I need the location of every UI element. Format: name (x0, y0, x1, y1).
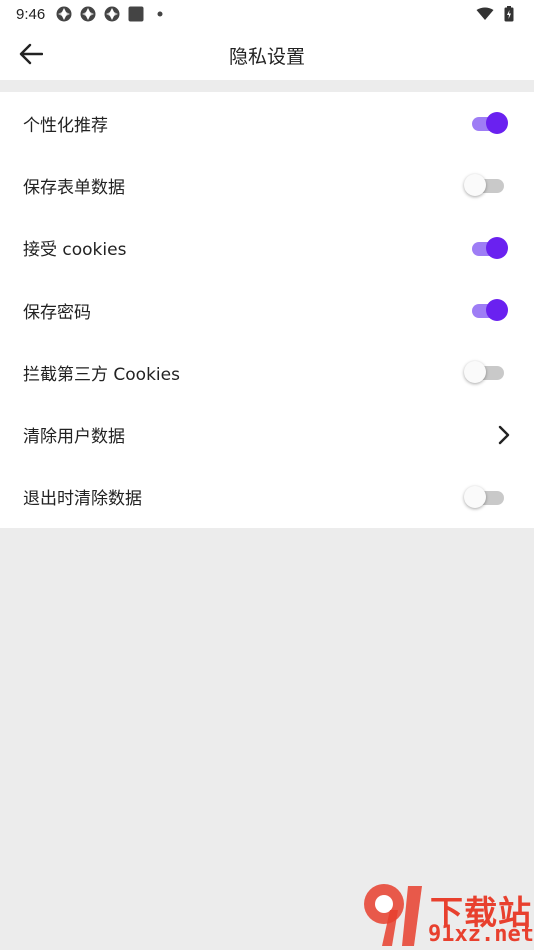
battery-icon (500, 5, 518, 23)
app-notification-icon (55, 5, 73, 23)
page-title: 隐私设置 (228, 46, 305, 68)
setting-label: 拦截第三方 Cookies (23, 364, 180, 385)
watermark-url: 91xz.net (428, 922, 534, 947)
system-icons (476, 5, 518, 23)
setting-label: 保存密码 (23, 302, 91, 323)
setting-label: 退出时清除数据 (23, 489, 142, 510)
setting-personalized-recommendation[interactable]: 个性化推荐 (0, 92, 534, 154)
wifi-icon (476, 5, 494, 23)
setting-accept-cookies[interactable]: 接受 cookies (0, 217, 534, 279)
square-notification-icon (127, 5, 145, 23)
chevron-right-icon (496, 424, 512, 446)
setting-label: 接受 cookies (23, 240, 127, 261)
accept-cookies-toggle[interactable] (470, 236, 508, 260)
app-notification-icon (79, 5, 97, 23)
status-bar: 9:46 (0, 0, 534, 28)
setting-save-password[interactable]: 保存密码 (0, 279, 534, 341)
save-password-toggle[interactable] (470, 298, 508, 322)
dot-icon (151, 5, 169, 23)
save-form-data-toggle[interactable] (464, 173, 508, 197)
site-watermark: 下载站 91xz.net (362, 880, 534, 948)
setting-block-third-party-cookies[interactable]: 拦截第三方 Cookies (0, 341, 534, 403)
block-third-party-cookies-toggle[interactable] (464, 360, 508, 384)
setting-clear-user-data[interactable]: 清除用户数据 (0, 403, 534, 465)
status-time: 9:46 (16, 5, 46, 23)
setting-clear-data-on-exit[interactable]: 退出时清除数据 (0, 466, 534, 528)
clear-data-on-exit-toggle[interactable] (464, 485, 508, 509)
setting-label: 清除用户数据 (23, 427, 125, 448)
setting-label: 个性化推荐 (23, 115, 108, 136)
setting-label: 保存表单数据 (23, 177, 125, 198)
personalized-recommendation-toggle[interactable] (470, 111, 508, 135)
setting-save-form-data[interactable]: 保存表单数据 (0, 154, 534, 216)
app-bar: 隐私设置 (0, 28, 534, 80)
watermark-logo-icon (364, 884, 422, 946)
settings-list: 个性化推荐 保存表单数据 接受 cookies 保存密码 拦截第三方 Cooki… (0, 92, 534, 529)
notification-icons (55, 5, 169, 23)
app-notification-icon (103, 5, 121, 23)
